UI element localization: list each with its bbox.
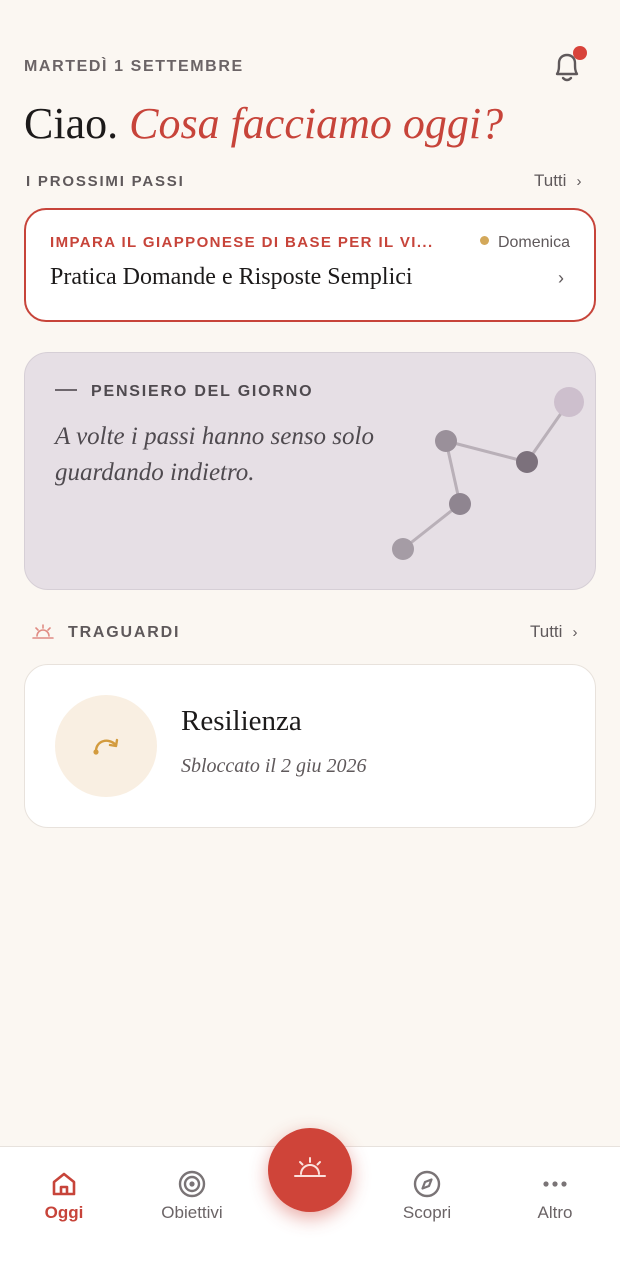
quote-line: A volte i passi hanno senso solo [55,423,374,450]
greeting-title: Ciao. Cosa facciamo oggi? [24,96,503,152]
chevron-right-icon: › [558,268,564,288]
nav-item-obiettivi[interactable]: Obiettivi [137,1169,247,1223]
see-all-label: Tutti [530,622,563,641]
nav-label: Scopri [402,1203,452,1222]
dash-divider [55,389,77,391]
date-label: MARTEDÌ 1 SETTEMBRE [24,58,244,75]
nav-label: Obiettivi [161,1203,223,1222]
achievement-title: Resilienza [181,705,302,737]
sunrise-icon [32,624,54,639]
next-step-task: Pratica Domande e Risposte Semplici [50,264,413,290]
nav-item-scopri[interactable]: Scopri [372,1169,482,1223]
next-step-day-label: Domenica [497,234,570,251]
more-icon [543,1181,567,1187]
curved-arrow-icon [93,738,119,755]
next-step-card[interactable]: IMPARA IL GIAPPONESE DI BASE PER IL VI..… [24,208,596,322]
next-steps-see-all-link[interactable]: Tutti › [534,171,581,191]
achievements-see-all-link[interactable]: Tutti › [530,622,577,642]
next-steps-label: I PROSSIMI PASSI [26,173,185,190]
thought-of-the-day-card[interactable]: PENSIERO DEL GIORNO A volte i passi hann… [24,352,596,590]
quote-line: guardando indietro. [55,459,255,486]
sunrise-icon [294,1157,326,1177]
nav-item-oggi[interactable]: Oggi [9,1169,119,1223]
thought-label-text: PENSIERO DEL GIORNO [91,383,314,400]
chevron-right-icon: › [572,624,578,641]
nav-label: Altro [537,1203,573,1222]
achievement-badge [55,695,157,797]
achievements-label: TRAGUARDI [68,624,181,641]
achievement-unlocked-date: Sbloccato il 2 giu 2026 [181,755,367,777]
compass-icon [413,1170,441,1198]
sunrise-action-button[interactable] [268,1128,352,1212]
next-step-day: Domenica [479,234,570,252]
next-step-goal: IMPARA IL GIAPPONESE DI BASE PER IL VI..… [50,234,434,251]
home-icon [52,1172,76,1196]
achievement-card[interactable]: Resilienza Sbloccato il 2 giu 2026 [24,664,596,828]
greeting-question: Cosa facciamo oggi? [129,99,504,148]
chevron-right-icon: › [576,173,582,190]
greeting-hello: Ciao. [24,99,119,148]
nav-item-altro[interactable]: Altro [500,1169,610,1223]
target-icon [178,1170,206,1198]
nav-label: Oggi [44,1203,84,1222]
thought-quote: A volte i passi hanno senso solo guardan… [55,419,415,491]
day-dot-icon [479,236,489,245]
see-all-label: Tutti [534,171,567,190]
notification-badge [573,46,587,60]
thought-label: PENSIERO DEL GIORNO [55,383,313,401]
